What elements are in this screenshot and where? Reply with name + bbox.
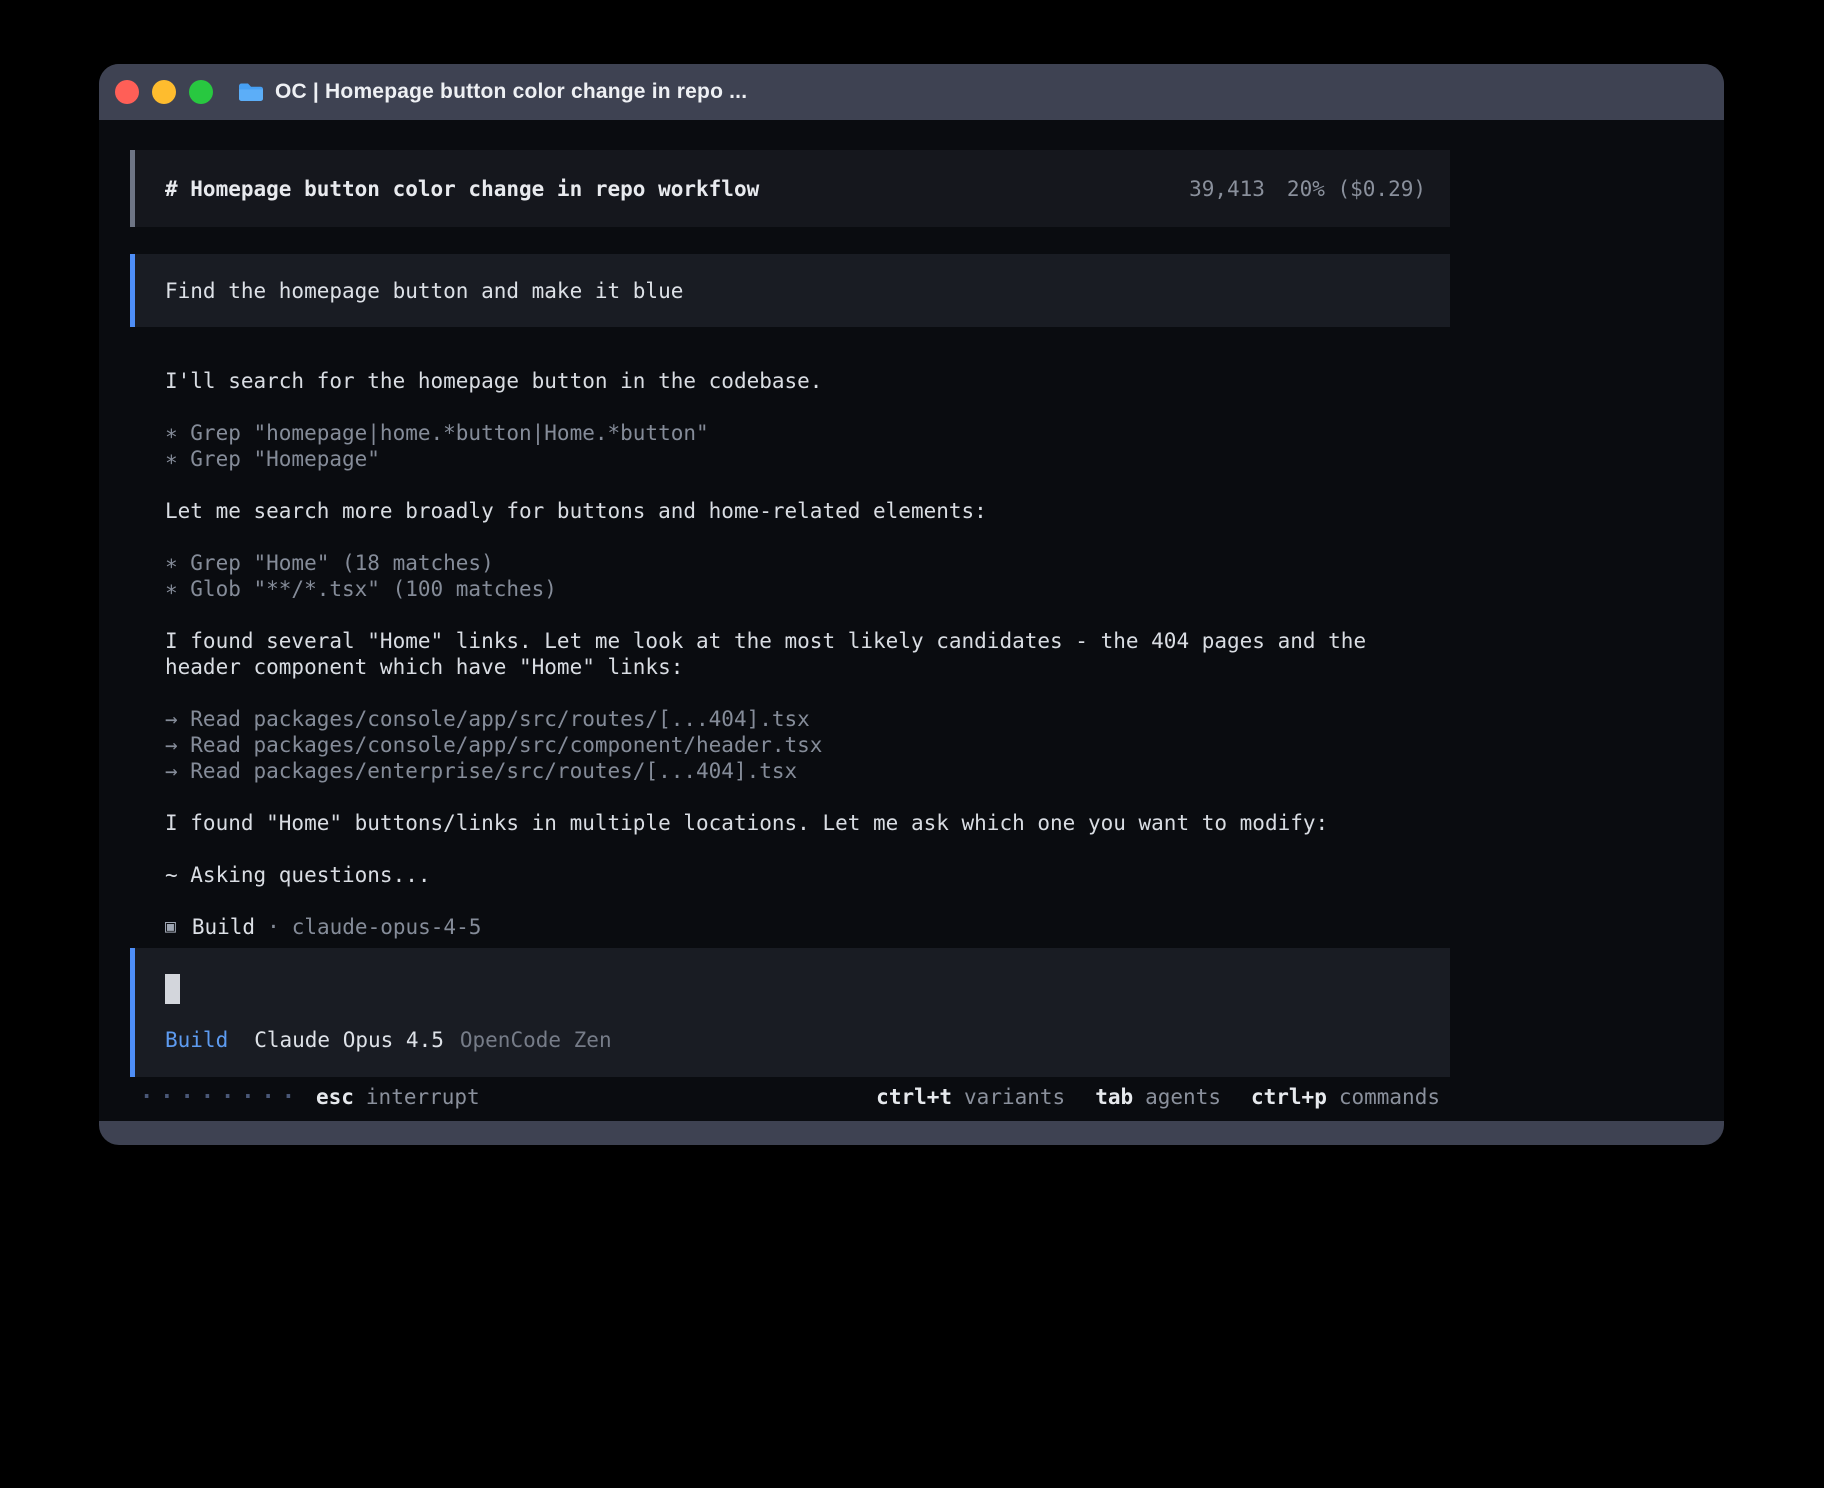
transcript: I'll search for the homepage button in t… [165,368,1449,888]
minimize-button[interactable] [152,80,176,104]
close-button[interactable] [115,80,139,104]
agent-separator: · [267,914,280,940]
tool-call-line: ∗ Grep "homepage|home.*button|Home.*butt… [165,420,1449,446]
window-titlebar[interactable]: OC | Homepage button color change in rep… [99,64,1724,120]
input-model-label: Claude Opus 4.5 [254,1027,444,1053]
shortcut-key: ctrl+p [1251,1085,1327,1109]
tool-call-line: ∗ Grep "Homepage" [165,446,1449,472]
window-title: OC | Homepage button color change in rep… [275,80,747,104]
agent-icon: ▣ [165,914,176,940]
shortcut-label: commands [1339,1085,1440,1109]
tool-call-line: ∗ Grep "Home" (18 matches) [165,550,1449,576]
shortcut-hint-variants: ctrl+t variants [876,1085,1065,1109]
spacer [165,394,1449,420]
tool-call-line: → Read packages/console/app/src/routes/[… [165,706,1449,732]
assistant-text-line: ~ Asking questions... [165,862,1449,888]
traffic-lights [115,80,213,104]
folder-icon [237,81,265,103]
session-header: # Homepage button color change in repo w… [130,150,1450,227]
agent-status: ▣ Build · claude-opus-4-5 [165,914,1724,940]
input-mode-label: Build [165,1027,228,1053]
titlebar-title-group: OC | Homepage button color change in rep… [237,80,747,104]
shortcut-label: variants [964,1085,1065,1109]
assistant-text-line: I found "Home" buttons/links in multiple… [165,810,1449,836]
context-cost: 20% ($0.29) [1287,177,1426,201]
tool-call-line: → Read packages/console/app/src/componen… [165,732,1449,758]
agent-model: claude-opus-4-5 [292,914,482,940]
status-bar: ········ esc interrupt ctrl+t variants tab… [99,1077,1724,1117]
spacer [165,602,1449,628]
token-count: 39,413 [1189,177,1265,201]
spacer [165,784,1449,810]
spacer [165,472,1449,498]
shortcut-label: agents [1145,1085,1221,1109]
terminal-content[interactable]: # Homepage button color change in repo w… [99,120,1724,1121]
tool-call-line: ∗ Glob "**/*.tsx" (100 matches) [165,576,1449,602]
spacer [165,524,1449,550]
shortcut-key: tab [1095,1085,1133,1109]
user-message-text: Find the homepage button and make it blu… [165,279,683,303]
statusbar-right: ctrl+t variants tab agents ctrl+p commands [876,1085,1440,1109]
spinner-icon: ········ [140,1085,302,1110]
zoom-button[interactable] [189,80,213,104]
assistant-text-line: Let me search more broadly for buttons a… [165,498,1449,524]
spacer [165,680,1449,706]
assistant-text-line: I found several "Home" links. Let me loo… [165,628,1449,680]
tool-call-line: → Read packages/enterprise/src/routes/[.… [165,758,1449,784]
assistant-text-line: I'll search for the homepage button in t… [165,368,1449,394]
shortcut-hint-commands: ctrl+p commands [1251,1085,1440,1109]
shortcut-hint-interrupt: esc interrupt [316,1085,480,1109]
session-stats: 39,413 20% ($0.29) [1189,177,1426,201]
user-message: Find the homepage button and make it blu… [130,254,1450,326]
input-meta: Build Claude Opus 4.5 OpenCode Zen [165,1027,1426,1053]
input-provider-label: OpenCode Zen [460,1027,612,1053]
statusbar-left: ········ esc interrupt [140,1085,480,1110]
terminal-window: OC | Homepage button color change in rep… [99,64,1724,1145]
spacer [165,836,1449,862]
shortcut-key: ctrl+t [876,1085,952,1109]
shortcut-hint-agents: tab agents [1095,1085,1221,1109]
prompt-input[interactable]: Build Claude Opus 4.5 OpenCode Zen [130,948,1450,1077]
text-cursor [165,974,180,1004]
session-title: # Homepage button color change in repo w… [165,177,759,201]
agent-name: Build [192,914,255,940]
